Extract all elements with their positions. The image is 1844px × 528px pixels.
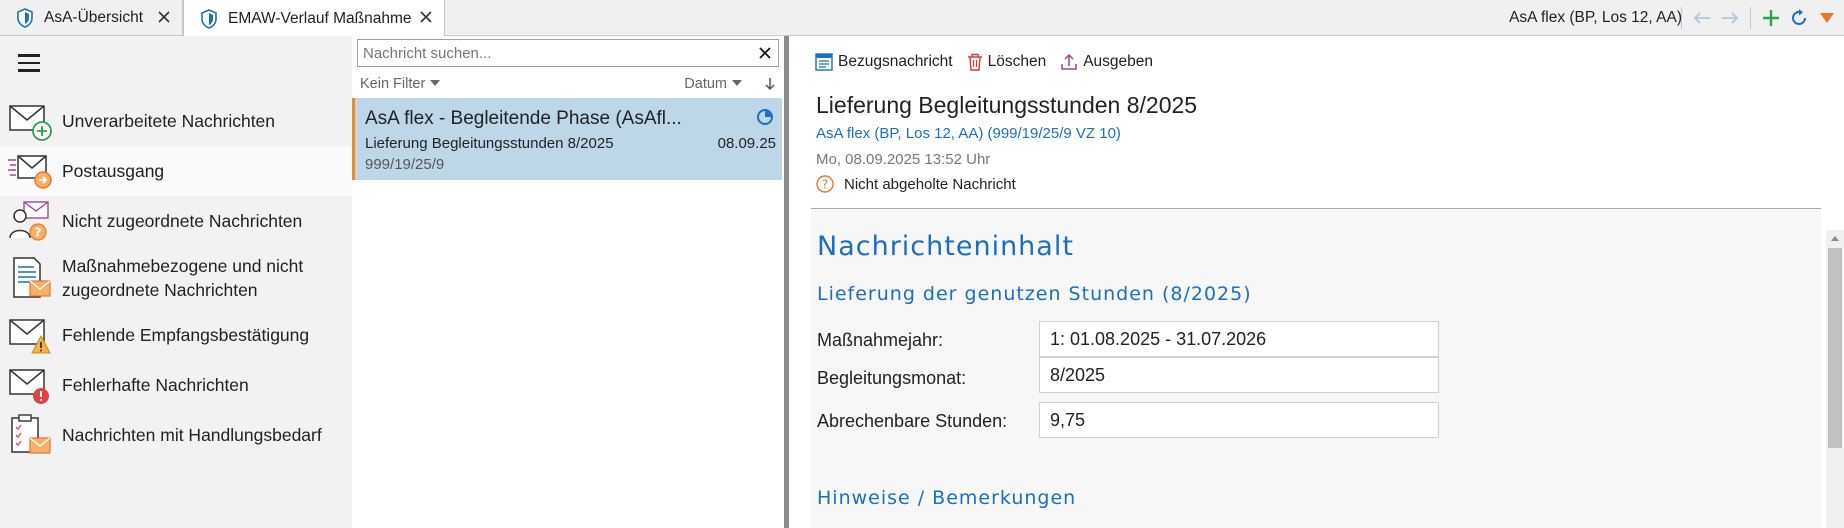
search-box <box>357 39 779 67</box>
field-row: Begleitungsmonat: 8/2025 <box>817 357 1439 393</box>
dropdown-triangle-icon[interactable] <box>1816 7 1838 29</box>
sidebar-item-nicht-zugeordnet[interactable]: ? Nicht zugeordnete Nachrichten <box>0 196 352 246</box>
checklist-envelope-icon <box>11 414 51 454</box>
reference-label: Bezugsnachricht <box>838 53 953 70</box>
section-heading: Lieferung der genutzen Stunden (8/2025) <box>817 283 1252 305</box>
field-label: Maßnahmejahr: <box>817 330 944 350</box>
shield-icon <box>17 8 33 28</box>
back-arrow-icon[interactable] <box>1691 7 1713 29</box>
status-line: ? Nicht abgeholte Nachricht <box>816 175 1016 193</box>
trash-icon <box>967 53 982 71</box>
search-input[interactable] <box>358 40 748 66</box>
field-row: Abrechenbare Stunden: 9,75 <box>817 402 1439 438</box>
envelope-warning-icon <box>9 319 51 354</box>
sidebar-item-massnahmebezogen[interactable]: Maßnahmebezogene und nicht zugeordnete N… <box>0 246 352 310</box>
sidebar-item-label: Fehlende Empfangsbestätigung <box>62 325 310 345</box>
sidebar-item-postausgang[interactable]: Postausgang <box>0 146 352 196</box>
sidebar-item-label: Postausgang <box>62 161 165 181</box>
add-icon[interactable] <box>1760 7 1782 29</box>
sidebar-item-unverarbeitet[interactable]: Unverarbeitete Nachrichten <box>0 96 352 146</box>
menu-icon[interactable] <box>18 54 40 72</box>
message-title: AsA flex - Begleitende Phase (AsAfl... <box>365 108 682 129</box>
field-label: Begleitungsmonat: <box>817 368 967 388</box>
separator <box>1750 7 1751 29</box>
sidebar-item-label: Unverarbeitete Nachrichten <box>62 111 276 131</box>
status-text: Nicht abgeholte Nachricht <box>844 175 1016 193</box>
upload-icon <box>1061 53 1077 70</box>
sort-dropdown[interactable]: Datum <box>684 76 742 92</box>
scroll-up-icon[interactable] <box>1831 236 1839 241</box>
sidebar: Unverarbeitete Nachrichten Postausgang ?… <box>0 36 352 528</box>
context-label: AsA flex (BP, Los 12, AA) <box>1509 9 1682 26</box>
clear-search-icon[interactable] <box>758 46 772 60</box>
detail-pane: Bezugsnachricht Löschen Ausgeben Lieferu… <box>789 36 1844 528</box>
filter-label: Kein Filter <box>360 76 426 92</box>
separator <box>1681 7 1682 29</box>
scrollbar[interactable] <box>1826 230 1844 528</box>
close-icon[interactable] <box>156 9 172 25</box>
sidebar-item-label: Fehlerhafte Nachrichten <box>62 375 249 395</box>
user-question-icon: ? <box>9 201 49 241</box>
sidebar-item-fehlerhaft[interactable]: Fehlerhafte Nachrichten <box>0 360 352 410</box>
sync-status-icon <box>757 109 773 125</box>
tab-label: EMAW-Verlauf Maßnahme <box>228 9 412 27</box>
envelope-add-icon <box>9 105 52 141</box>
field-value[interactable]: 8/2025 <box>1039 357 1439 393</box>
sidebar-item-handlungsbedarf[interactable]: Nachrichten mit Handlungsbedarf <box>0 410 352 460</box>
field-value[interactable]: 1: 01.08.2025 - 31.07.2026 <box>1039 321 1439 357</box>
delete-label: Löschen <box>987 53 1047 70</box>
envelope-error-icon <box>9 369 49 404</box>
sort-direction-icon[interactable] <box>764 76 776 96</box>
tab-asa-uebersicht[interactable]: AsA-Übersicht <box>0 0 183 36</box>
export-label: Ausgeben <box>1083 53 1154 70</box>
question-circle-icon: ? <box>816 175 834 193</box>
tab-emaw-verlauf[interactable]: EMAW-Verlauf Maßnahme <box>183 0 445 37</box>
chevron-down-icon <box>732 80 742 86</box>
field-label: Abrechenbare Stunden: <box>817 411 1008 431</box>
chevron-down-icon <box>430 80 441 86</box>
close-icon[interactable] <box>418 9 434 25</box>
content-heading: Nachrichteninhalt <box>817 231 1074 262</box>
document-list-icon <box>815 53 833 71</box>
filter-dropdown[interactable]: Kein Filter <box>360 76 441 92</box>
shield-icon <box>201 8 217 29</box>
svg-text:?: ? <box>822 178 828 192</box>
page-title: Lieferung Begleitungsstunden 8/2025 <box>816 92 1198 118</box>
filter-bar: Kein Filter Datum <box>352 72 784 98</box>
document-envelope-icon <box>13 257 51 298</box>
field-value[interactable]: 9,75 <box>1039 402 1439 438</box>
detail-toolbar: Bezugsnachricht Löschen Ausgeben <box>815 50 1167 74</box>
message-date: 08.09.25 <box>717 135 776 152</box>
envelope-outbox-icon <box>8 155 52 189</box>
scroll-thumb[interactable] <box>1828 248 1842 448</box>
sort-label: Datum <box>684 76 727 92</box>
sidebar-item-fehlende-empfang[interactable]: Fehlende Empfangsbestätigung <box>0 310 352 360</box>
svg-text:?: ? <box>35 226 42 240</box>
sidebar-item-label: Maßnahmebezogene und nicht zugeordnete N… <box>62 256 304 300</box>
reference-button[interactable]: Bezugsnachricht <box>815 53 953 71</box>
refresh-icon[interactable] <box>1788 7 1810 29</box>
field-row: Maßnahmejahr: 1: 01.08.2025 - 31.07.2026 <box>817 321 1439 357</box>
message-list-pane: Kein Filter Datum AsA flex - Begleitende… <box>352 36 784 528</box>
message-ref: 999/19/25/9 <box>365 156 445 173</box>
sidebar-item-label: Nicht zugeordnete Nachrichten <box>62 211 303 231</box>
forward-arrow-icon[interactable] <box>1719 7 1741 29</box>
message-content: Nachrichteninhalt Lieferung der genutzen… <box>811 209 1821 528</box>
timestamp: Mo, 08.09.2025 13:52 Uhr <box>816 151 991 168</box>
message-subject: Lieferung Begleitungsstunden 8/2025 <box>365 135 614 152</box>
tab-bar: AsA-Übersicht EMAW-Verlauf Maßnahme AsA … <box>0 0 1844 37</box>
export-button[interactable]: Ausgeben <box>1060 53 1153 71</box>
sidebar-item-label: Nachrichten mit Handlungsbedarf <box>62 425 322 445</box>
section-heading: Hinweise / Bemerkungen <box>817 487 1077 509</box>
measure-link[interactable]: AsA flex (BP, Los 12, AA) (999/19/25/9 V… <box>816 125 1121 142</box>
list-item[interactable]: AsA flex - Begleitende Phase (AsAfl... L… <box>352 98 782 180</box>
nav-toolbar <box>1678 0 1838 36</box>
delete-button[interactable]: Löschen <box>967 53 1047 71</box>
tab-label: AsA-Übersicht <box>44 9 144 26</box>
